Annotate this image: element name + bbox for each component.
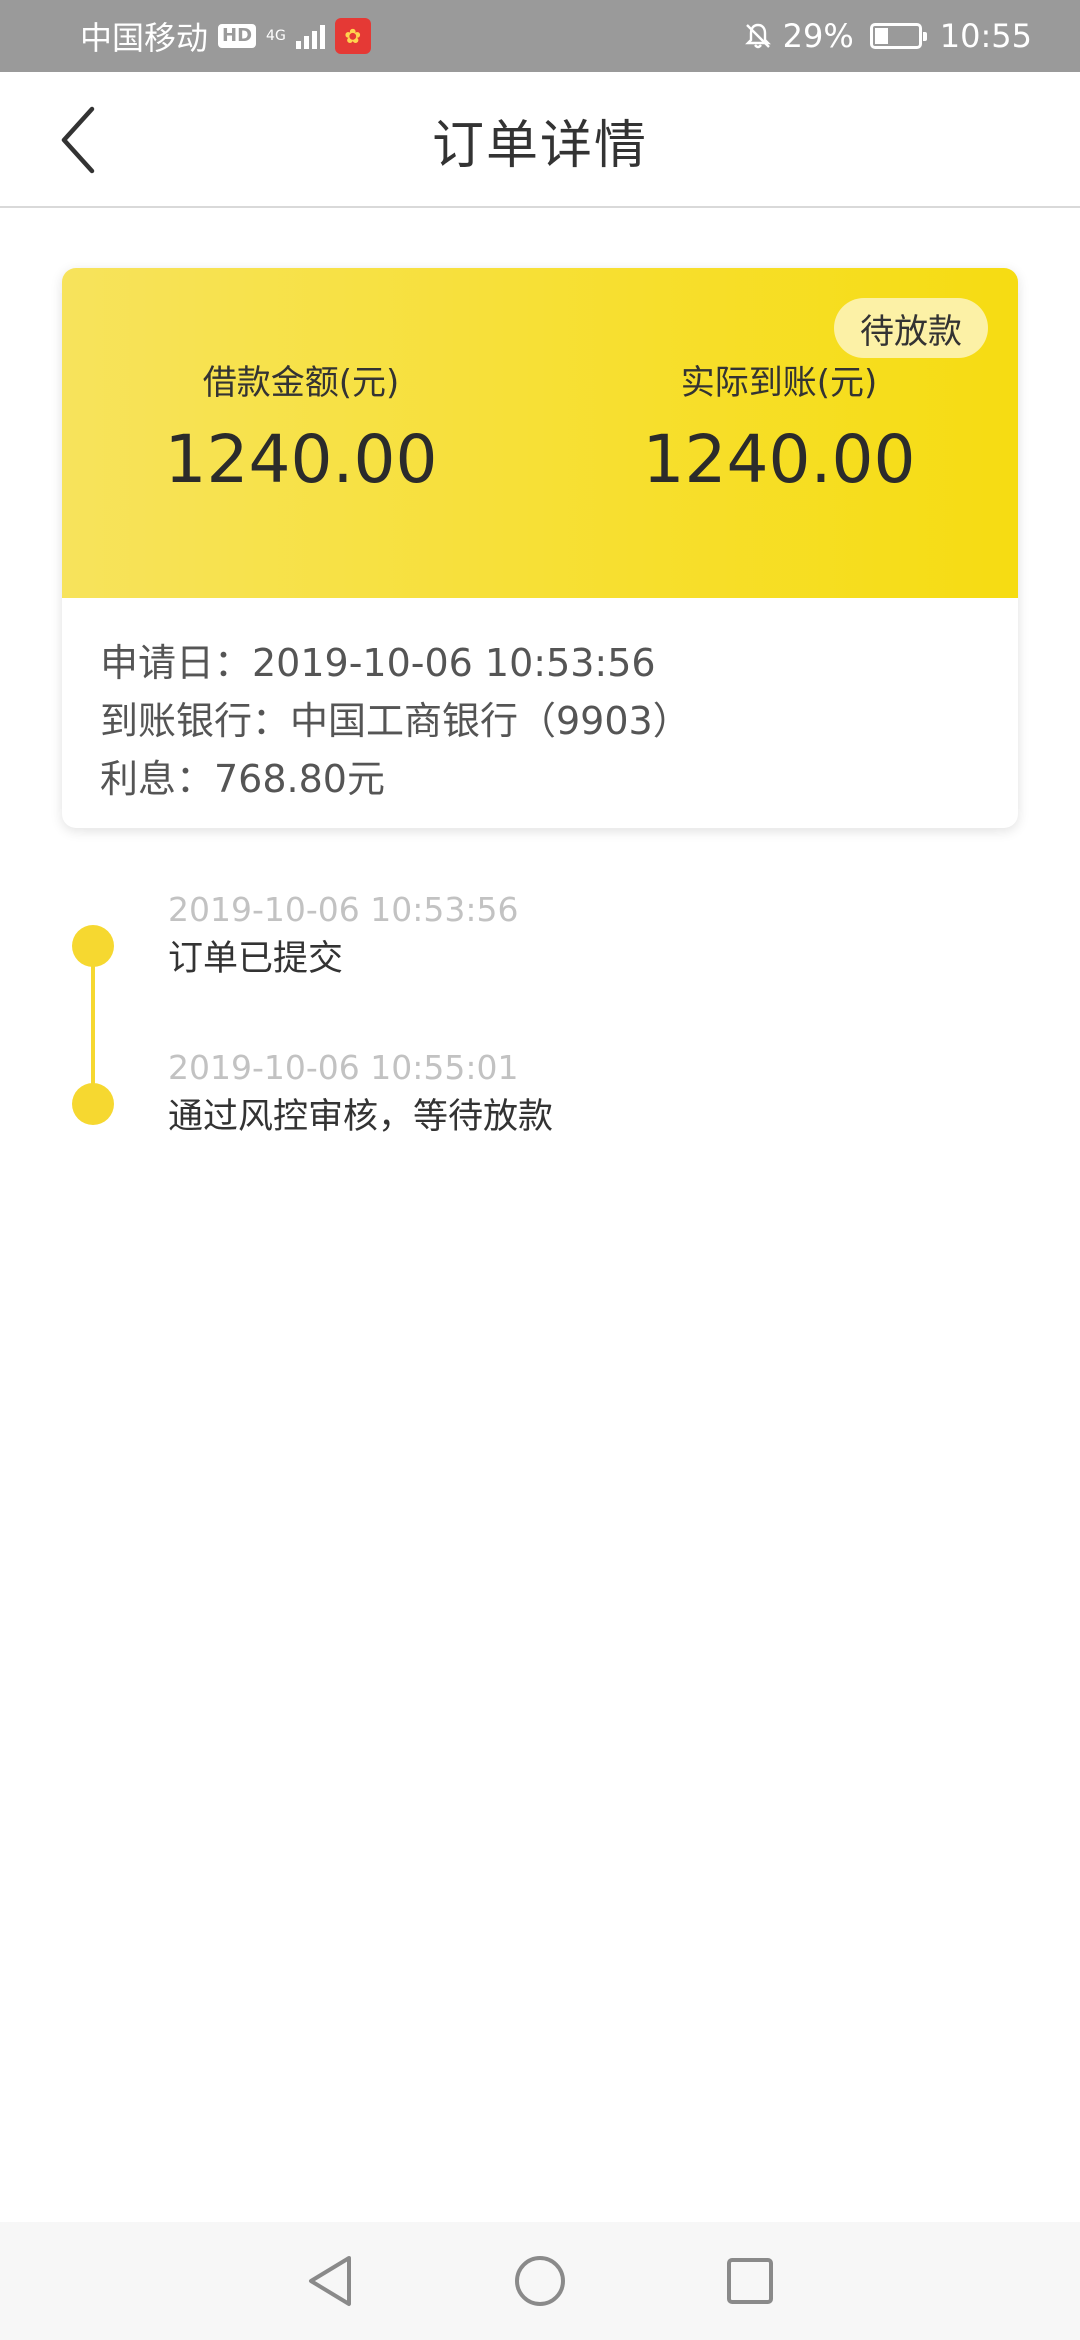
- received-amount: 实际到账(元) 1240.00: [540, 360, 1018, 500]
- battery-percent: 29%: [782, 17, 854, 55]
- loan-amount: 借款金额(元) 1240.00: [62, 360, 540, 500]
- battery-icon: [869, 23, 927, 49]
- status-right: 29% 10:55: [743, 17, 1032, 55]
- nav-back-button[interactable]: [290, 2241, 370, 2321]
- loan-amount-value: 1240.00: [164, 421, 438, 498]
- back-button[interactable]: [40, 102, 116, 178]
- triangle-back-icon: [309, 2256, 351, 2306]
- status-badge: 待放款: [834, 298, 988, 358]
- received-amount-label: 实际到账(元): [680, 363, 878, 403]
- nav-home-button[interactable]: [500, 2241, 580, 2321]
- network-type: 4G: [266, 29, 286, 43]
- square-recents-icon: [727, 2258, 773, 2304]
- timeline-text: 通过风控审核，等待放款: [168, 1097, 554, 1137]
- order-info: 申请日：2019-10-06 10:53:56 到账银行：中国工商银行（9903…: [62, 598, 1018, 808]
- carrier-name: 中国移动: [80, 19, 209, 57]
- page-title: 订单详情: [431, 115, 648, 176]
- timeline-text: 订单已提交: [168, 939, 344, 979]
- status-bar: 中国移动 HD 4G ✿ 29% 10:55: [0, 0, 1080, 72]
- timeline-dot: [72, 925, 114, 967]
- order-timeline: 2019-10-06 10:53:56 订单已提交 2019-10-06 10:…: [0, 880, 1080, 1180]
- nav-recents-button[interactable]: [710, 2241, 790, 2321]
- hd-icon: HD: [218, 24, 257, 48]
- app-header: 订单详情: [0, 72, 1080, 208]
- timeline-dot: [72, 1083, 114, 1125]
- amount-panel: 待放款 借款金额(元) 1240.00 实际到账(元) 1240.00: [62, 268, 1018, 598]
- timeline-item: 2019-10-06 10:55:01 通过风控审核，等待放款: [168, 1046, 553, 1142]
- order-summary-card: 待放款 借款金额(元) 1240.00 实际到账(元) 1240.00 申请日：…: [62, 268, 1018, 828]
- chevron-left-icon: [61, 106, 95, 174]
- app-notification-icon: ✿: [334, 18, 371, 54]
- timeline-time: 2019-10-06 10:55:01: [168, 1048, 519, 1087]
- interest: 利息：768.80元: [100, 757, 385, 801]
- received-amount-value: 1240.00: [642, 421, 916, 498]
- signal-icon: [295, 23, 325, 49]
- timeline-connector: [91, 946, 95, 1106]
- timeline-time: 2019-10-06 10:53:56: [168, 890, 519, 929]
- circle-home-icon: [515, 2256, 565, 2306]
- apply-date: 申请日：2019-10-06 10:53:56: [100, 641, 656, 685]
- timeline-item: 2019-10-06 10:53:56 订单已提交: [168, 888, 518, 984]
- network-label: 4G: [266, 28, 286, 44]
- bell-off-icon: [744, 23, 771, 49]
- receiving-bank: 到账银行：中国工商银行（9903）: [100, 699, 691, 743]
- system-navigation-bar: [0, 2222, 1080, 2340]
- loan-amount-label: 借款金额(元): [202, 363, 400, 403]
- clock: 10:55: [939, 17, 1032, 55]
- status-left: 中国移动 HD 4G ✿: [80, 13, 371, 59]
